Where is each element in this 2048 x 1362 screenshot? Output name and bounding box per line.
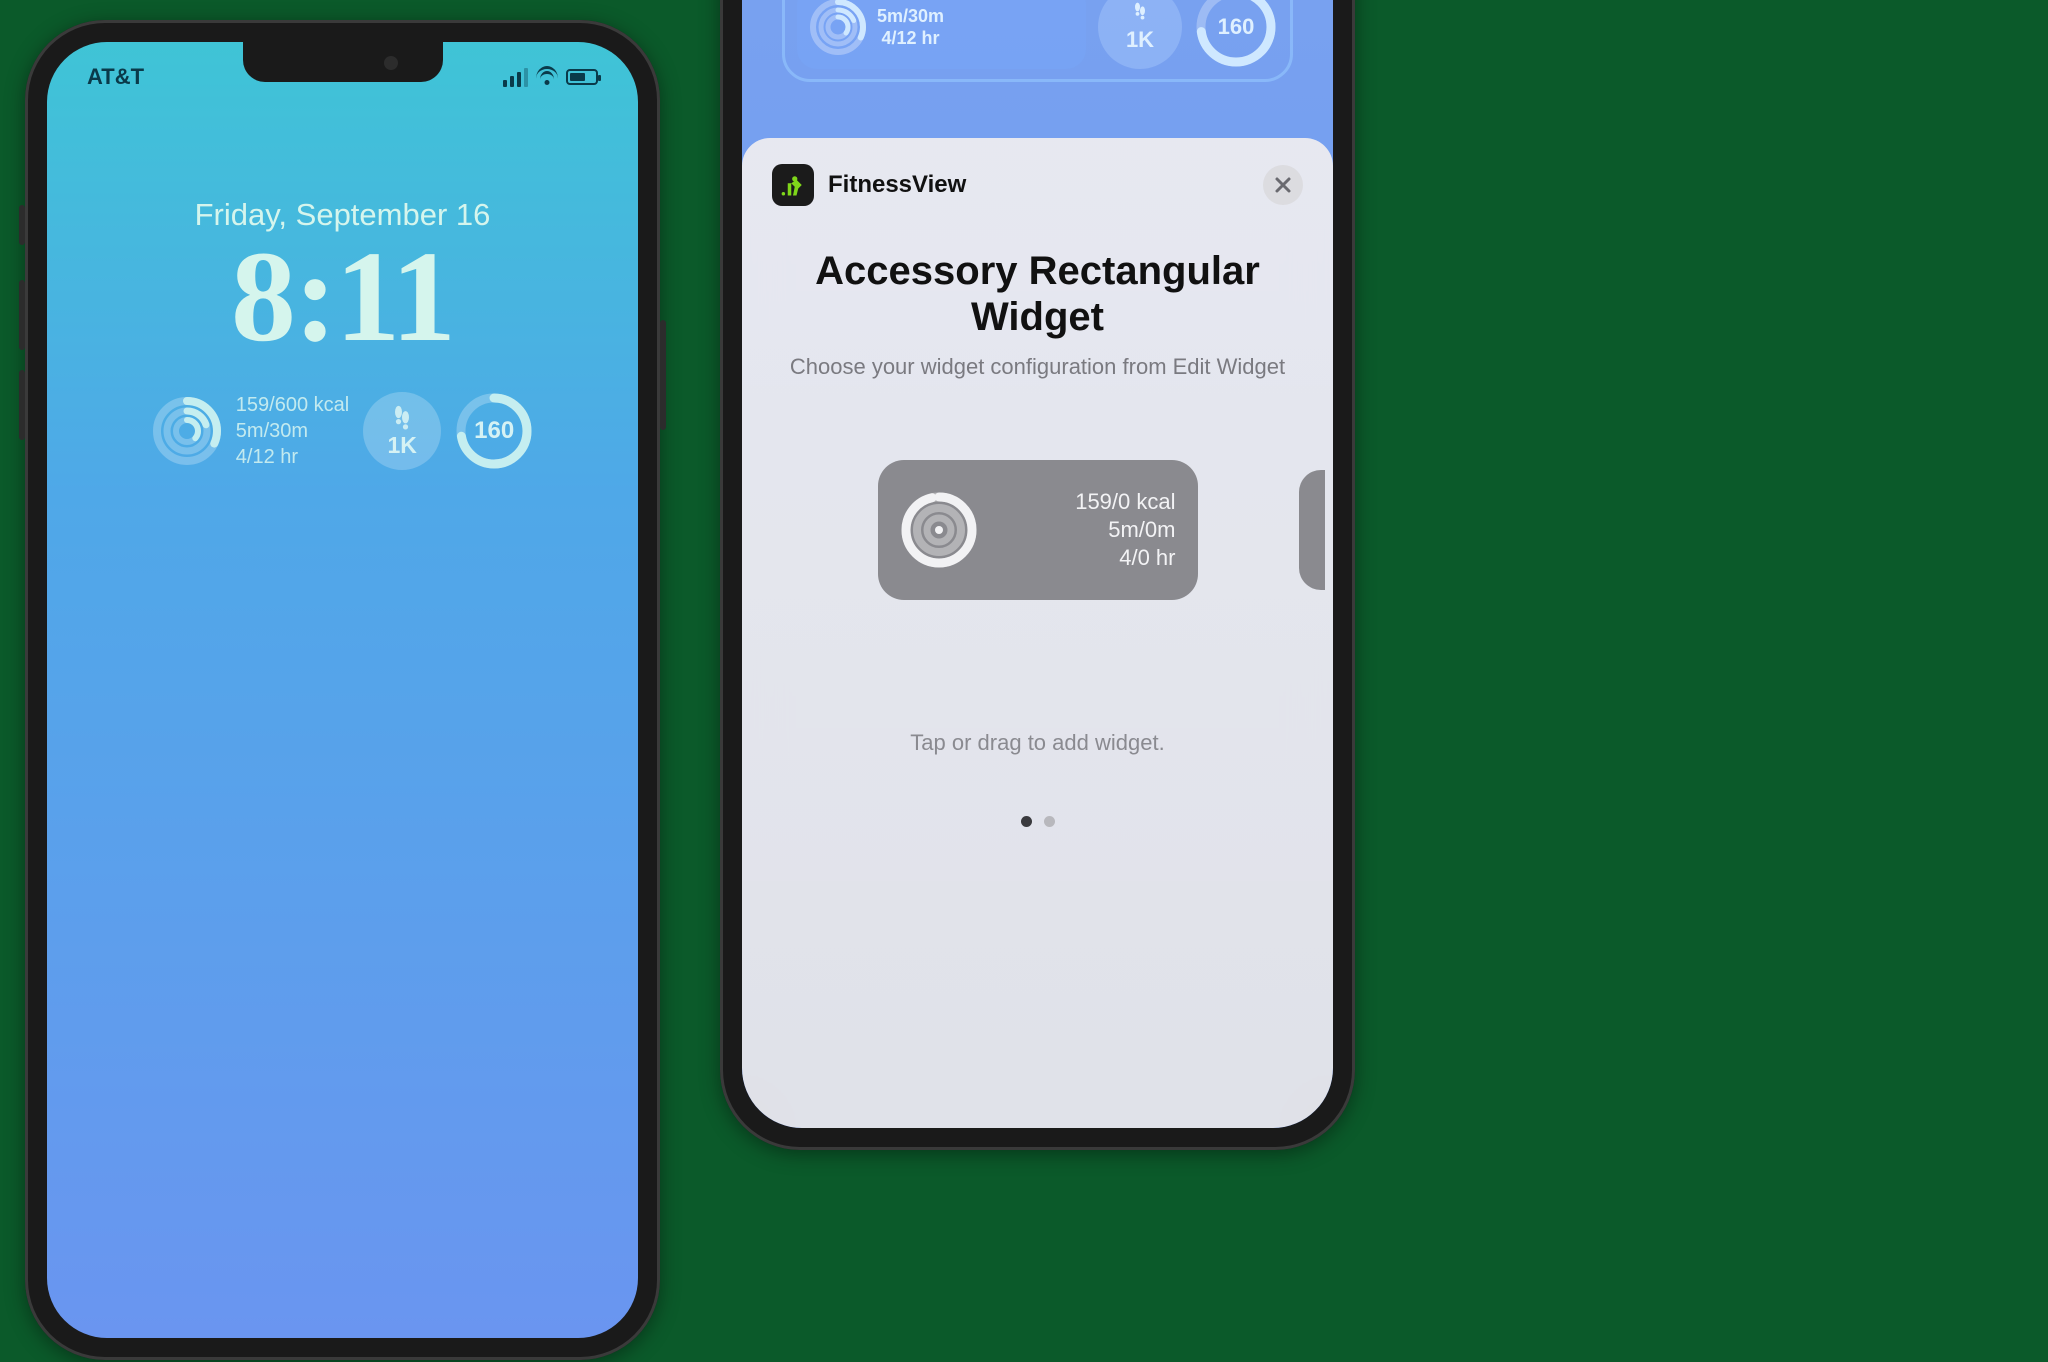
progress-ring-icon	[455, 392, 533, 470]
activity-rings-icon	[809, 0, 867, 56]
activity-rings-widget[interactable]: 159/600 kcal 5m/30m 4/12 hr	[152, 392, 349, 470]
heart-slot[interactable]: 160	[1194, 0, 1278, 69]
footprints-icon	[1133, 2, 1147, 27]
steps-value: 1K	[388, 434, 417, 457]
footprints-icon	[393, 405, 411, 432]
activity-rings-icon	[900, 491, 978, 569]
heart-widget[interactable]: 160	[455, 392, 533, 470]
page-dot-2[interactable]	[1044, 816, 1055, 827]
app-icon	[772, 164, 814, 206]
mute-switch[interactable]	[19, 205, 25, 245]
page-dot-1[interactable]	[1021, 816, 1032, 827]
preview-exercise: 5m/0m	[994, 516, 1176, 544]
power-button[interactable]	[660, 320, 666, 430]
volume-up-button[interactable]	[19, 280, 25, 350]
activity-stand: 4/12 hr	[236, 444, 349, 470]
notch	[243, 42, 443, 82]
close-button[interactable]	[1263, 165, 1303, 205]
activity-exercise: 5m/30m	[236, 418, 349, 444]
wifi-icon	[536, 66, 558, 88]
phone-widget-picker: 5m/30m 4/12 hr 1K	[720, 0, 1355, 1150]
volume-down-button[interactable]	[19, 370, 25, 440]
row-steps: 1K	[1126, 27, 1154, 53]
close-icon	[1274, 176, 1292, 194]
sheet-title: Accessory Rectangular Widget	[772, 248, 1303, 340]
page-dots[interactable]	[772, 816, 1303, 827]
editing-widget-row[interactable]: 5m/30m 4/12 hr 1K	[782, 0, 1293, 82]
lockscreen-time: 8:11	[47, 222, 638, 372]
app-name: FitnessView	[828, 171, 966, 199]
steps-widget[interactable]: 1K	[363, 392, 441, 470]
row-stand: 4/12 hr	[877, 27, 944, 49]
steps-slot[interactable]: 1K	[1098, 0, 1182, 69]
row-exercise: 5m/30m	[877, 5, 944, 27]
preview-stand: 4/0 hr	[994, 544, 1176, 572]
phone-lockscreen: AT&T Friday, September 16 8:11	[25, 20, 660, 1360]
row-heart: 160	[1218, 14, 1255, 40]
activity-rings-icon	[152, 396, 222, 466]
activity-rings-slot[interactable]: 5m/30m 4/12 hr	[797, 0, 1086, 69]
sheet-hint: Tap or drag to add widget.	[772, 730, 1303, 756]
carrier-label: AT&T	[87, 64, 144, 90]
preview-kcal: 159/0 kcal	[994, 488, 1176, 516]
widget-picker-sheet: FitnessView Accessory Rectangular Widget…	[742, 138, 1333, 1128]
cellular-signal-icon	[503, 68, 528, 87]
sheet-subtitle: Choose your widget configuration from Ed…	[772, 354, 1303, 380]
widget-preview[interactable]: 159/0 kcal 5m/0m 4/0 hr	[878, 460, 1198, 600]
battery-icon	[566, 69, 598, 85]
activity-kcal: 159/600 kcal	[236, 392, 349, 418]
lockscreen-widget-row: 159/600 kcal 5m/30m 4/12 hr 1K	[47, 392, 638, 470]
next-widget-peek[interactable]	[1299, 470, 1325, 590]
